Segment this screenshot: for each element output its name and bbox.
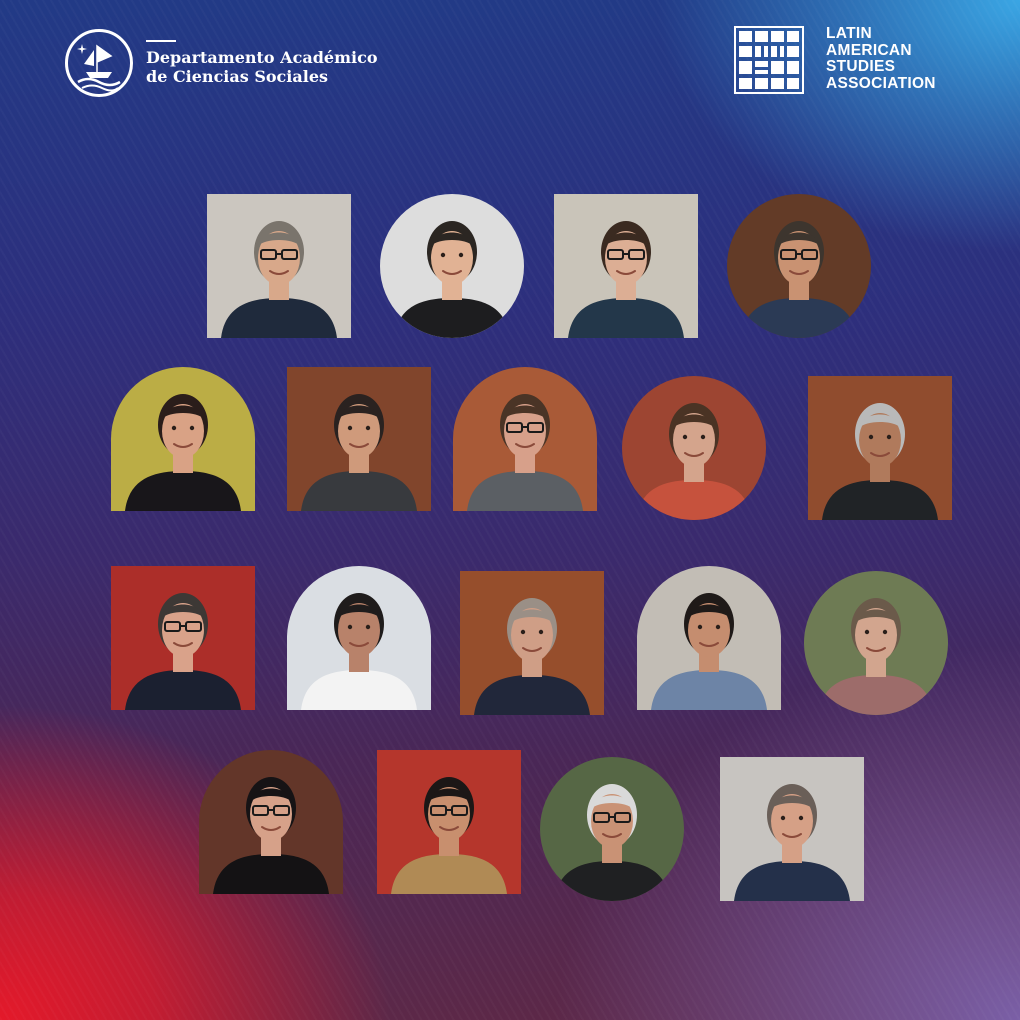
portrait-eye-left <box>868 434 874 440</box>
portrait-eye-right <box>365 425 371 431</box>
ship-emblem-icon <box>65 29 133 97</box>
portrait-eye-right <box>700 434 706 440</box>
portrait <box>622 376 766 520</box>
lasa-line-3: STUDIES <box>826 58 896 75</box>
portrait-image <box>380 194 524 338</box>
portrait-image <box>540 757 684 901</box>
portrait-image <box>199 750 343 894</box>
portrait <box>554 194 698 338</box>
department-name: Departamento Académico de Ciencias Socia… <box>146 40 377 86</box>
department-header: Departamento Académico de Ciencias Socia… <box>64 28 377 98</box>
lasa-line-4: ASSOCIATION <box>826 74 936 92</box>
portrait-eye-right <box>886 434 892 440</box>
portrait-eye-left <box>440 252 446 258</box>
portrait <box>540 757 684 901</box>
portrait-image <box>554 194 698 338</box>
lasa-wordmark: LATIN AMERICAN STUDIES ASSOCIATION <box>826 25 936 92</box>
portrait-image <box>622 376 766 520</box>
lasa-header: LATIN AMERICAN STUDIES ASSOCIATION <box>734 25 936 94</box>
portrait-image <box>804 571 948 715</box>
portrait-image <box>453 367 597 511</box>
title-rule <box>146 40 176 42</box>
portrait-eye-right <box>365 624 371 630</box>
lasa-grid-logo-icon <box>734 26 804 94</box>
portrait <box>111 566 255 710</box>
portrait-eye-right <box>882 629 888 635</box>
portrait <box>720 757 864 901</box>
portrait <box>804 571 948 715</box>
portrait-eye-right <box>798 815 804 821</box>
portrait <box>199 750 343 894</box>
portrait-eye-right <box>538 629 544 635</box>
portrait-eye-right <box>458 252 464 258</box>
lasa-line-2: AMERICAN <box>826 41 912 59</box>
portrait-image <box>111 367 255 511</box>
portrait-eye-left <box>682 434 688 440</box>
portrait-eye-left <box>697 624 703 630</box>
portrait <box>287 367 431 511</box>
portrait-eye-right <box>189 425 195 431</box>
poster: Departamento Académico de Ciencias Socia… <box>0 0 1020 1020</box>
portrait <box>207 194 351 338</box>
portrait-image <box>287 566 431 710</box>
portrait-eye-left <box>864 629 870 635</box>
portrait <box>808 376 952 520</box>
lasa-line-1: LATIN <box>826 25 872 42</box>
portrait-eye-left <box>780 815 786 821</box>
portrait <box>460 571 604 715</box>
portrait <box>111 367 255 511</box>
portrait-eye-left <box>347 624 353 630</box>
portrait-image <box>377 750 521 894</box>
portrait-eye-left <box>347 425 353 431</box>
portrait-image <box>637 566 781 710</box>
portrait-image <box>808 376 952 520</box>
portrait <box>727 194 871 338</box>
portrait-eye-left <box>171 425 177 431</box>
portrait-image <box>460 571 604 715</box>
portrait-eye-left <box>520 629 526 635</box>
portrait-image <box>727 194 871 338</box>
portrait-image <box>207 194 351 338</box>
portrait <box>453 367 597 511</box>
portrait <box>377 750 521 894</box>
portrait <box>287 566 431 710</box>
portrait <box>380 194 524 338</box>
portrait-image <box>720 757 864 901</box>
portrait <box>637 566 781 710</box>
portrait-eye-right <box>715 624 721 630</box>
department-line-2: de Ciencias Sociales <box>146 67 329 86</box>
department-line-1: Departamento Académico <box>146 48 378 67</box>
portrait-image <box>111 566 255 710</box>
portrait-image <box>287 367 431 511</box>
